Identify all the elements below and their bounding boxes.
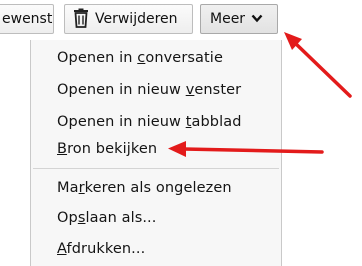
annotation-arrows (168, 32, 352, 157)
arrow-to-view-source (168, 141, 324, 157)
arrow-to-more-button (284, 32, 352, 98)
